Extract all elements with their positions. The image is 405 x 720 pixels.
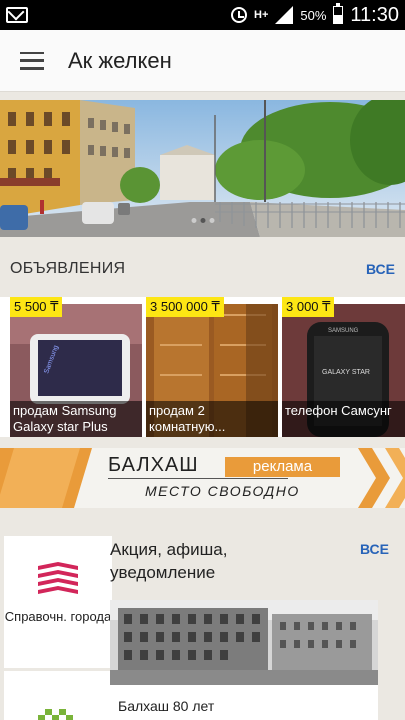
- taxi-tile[interactable]: [4, 671, 112, 720]
- promo-city: БАЛХАШ: [108, 454, 199, 476]
- event-card[interactable]: Балхаш 80 лет: [110, 600, 378, 720]
- directory-book-icon: [38, 562, 78, 594]
- slide-indicator: [191, 218, 214, 223]
- battery-icon: [333, 3, 344, 24]
- banner-image: [0, 100, 405, 237]
- signal-icon: [275, 6, 294, 24]
- ad-card[interactable]: 3 500 000 ₸ продам 2 комнатную...: [146, 297, 278, 437]
- ad-card[interactable]: SAMSUNG GALAXY STAR 3 000 ₸ телефон Самс…: [282, 297, 405, 437]
- ad-card[interactable]: Samsung 5 500 ₸ продам Samsung Galaxy st…: [10, 297, 142, 437]
- promo-tag: реклама: [225, 457, 340, 477]
- hamburger-icon[interactable]: [20, 51, 44, 70]
- ad-caption: продам 2 комнатную...: [146, 401, 278, 437]
- svg-text:SAMSUNG: SAMSUNG: [328, 328, 359, 334]
- ads-section-header: ОБЪЯВЛЕНИЯ ВСЕ: [0, 250, 405, 288]
- battery-percent: 50%: [300, 7, 327, 23]
- events-all-link[interactable]: ВСЕ: [360, 541, 389, 557]
- ad-price: 5 500 ₸: [10, 297, 63, 317]
- clock: 11:30: [350, 3, 399, 26]
- app-title: Ак желкен: [68, 47, 172, 73]
- event-caption: Балхаш 80 лет: [118, 698, 215, 714]
- promo-divider: [108, 478, 288, 479]
- events-title: Акция, афиша, уведомление: [110, 540, 228, 582]
- slide-dot[interactable]: [191, 218, 196, 223]
- directory-rail: Справочн. города: [4, 536, 112, 720]
- directory-tile[interactable]: Справочн. города: [4, 536, 112, 668]
- ad-caption: продам Samsung Galaxy star Plus: [10, 401, 142, 437]
- promo-subtitle: МЕСТО СВОБОДНО: [145, 483, 300, 499]
- mail-icon: [6, 7, 28, 23]
- ads-carousel[interactable]: Samsung 5 500 ₸ продам Samsung Galaxy st…: [0, 297, 405, 437]
- svg-text:GALAXY STAR: GALAXY STAR: [322, 369, 370, 376]
- app-bar: Ак желкен: [0, 30, 405, 92]
- banner-slider[interactable]: [0, 100, 405, 237]
- network-type: H+: [254, 9, 269, 21]
- checkered-icon: [38, 709, 73, 720]
- alarm-icon: [231, 7, 248, 23]
- events-section-header: Акция, афиша, уведомление ВСЕ: [110, 538, 395, 584]
- ad-price: 3 000 ₸: [282, 297, 335, 317]
- promo-banner[interactable]: БАЛХАШ реклама МЕСТО СВОБОДНО: [0, 448, 405, 508]
- ads-all-link[interactable]: ВСЕ: [366, 261, 395, 277]
- directory-label: Справочн. города: [4, 609, 112, 624]
- slide-dot[interactable]: [209, 218, 214, 223]
- ads-section-title: ОБЪЯВЛЕНИЯ: [10, 260, 126, 277]
- slide-dot-active[interactable]: [200, 218, 205, 223]
- event-photo: [110, 600, 378, 685]
- status-bar: H+ 50% 11:30: [0, 0, 405, 30]
- ad-price: 3 500 000 ₸: [146, 297, 224, 317]
- ad-caption: телефон Самсунг: [282, 401, 405, 437]
